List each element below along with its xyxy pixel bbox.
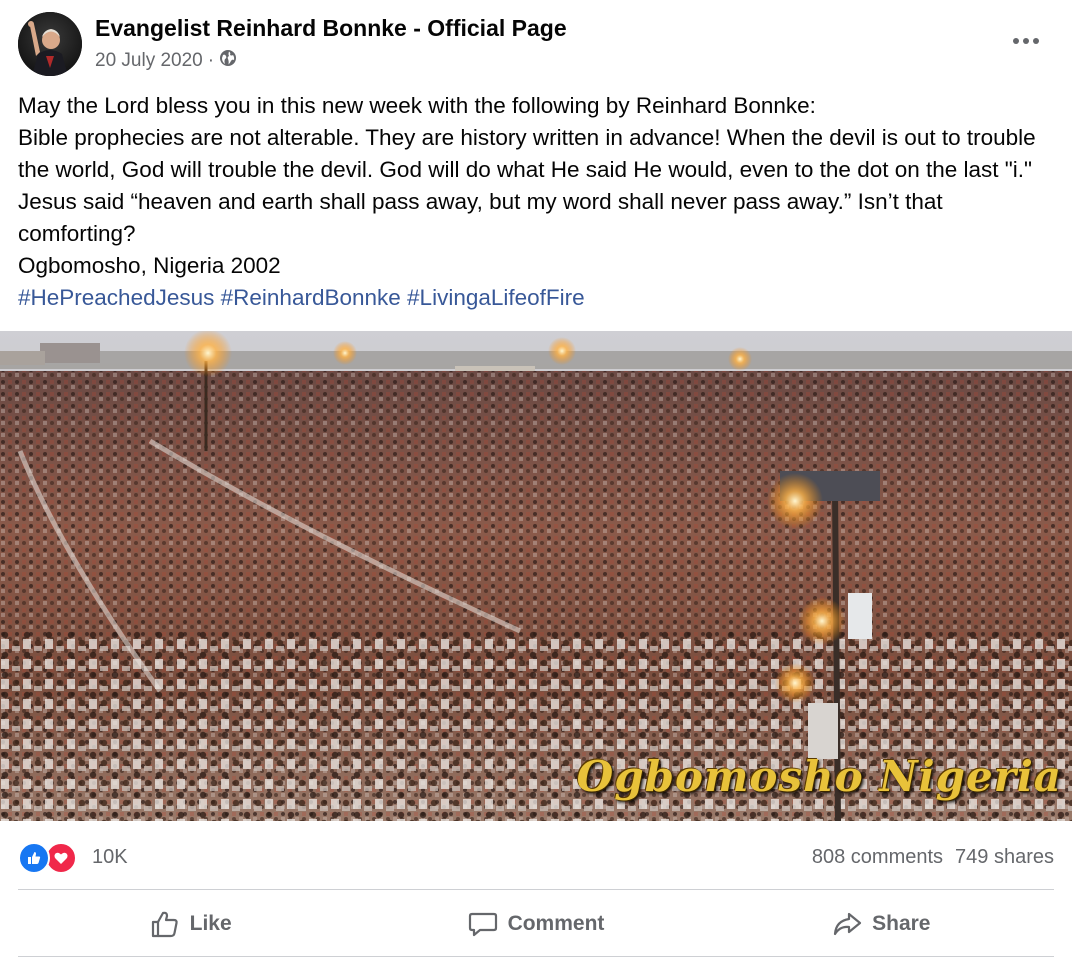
post-paragraph: May the Lord bless you in this new week … (18, 93, 816, 118)
share-label: Share (872, 912, 931, 935)
meta-separator: · (207, 50, 215, 71)
comments-count-link[interactable]: 808 comments (812, 846, 943, 869)
post-paragraph: Bible prophecies are not alterable. They… (18, 125, 1036, 246)
crowd-photo-illustration (0, 331, 1072, 821)
like-button[interactable]: Like (18, 893, 363, 955)
dot (1033, 38, 1039, 44)
divider (18, 956, 1054, 957)
hashtag-link[interactable]: #ReinhardBonnke (221, 285, 401, 310)
facebook-post: Evangelist Reinhard Bonnke - Official Pa… (0, 0, 1072, 962)
comment-button[interactable]: Comment (363, 893, 708, 955)
globe-icon[interactable] (219, 49, 237, 73)
share-button[interactable]: Share (709, 893, 1054, 955)
page-name-link[interactable]: Evangelist Reinhard Bonnke - Official Pa… (95, 15, 567, 42)
hashtag-link[interactable]: #HePreachedJesus (18, 285, 214, 310)
post-action-bar: Like Comment Share (18, 893, 1054, 955)
post-photo[interactable]: Ogbomosho Nigeria (0, 331, 1072, 821)
comment-bubble-icon (468, 912, 497, 937)
divider (18, 889, 1054, 890)
reaction-icons[interactable] (18, 842, 82, 874)
hashtag-list: #HePreachedJesus #ReinhardBonnke #Living… (18, 282, 1058, 314)
photo-caption: Ogbomosho Nigeria (576, 752, 1062, 801)
post-header: Evangelist Reinhard Bonnke - Official Pa… (0, 0, 1072, 88)
share-arrow-icon (834, 912, 862, 936)
hashtag-link[interactable]: #LivingaLifeofFire (407, 285, 585, 310)
comment-label: Comment (507, 912, 605, 935)
engagement-summary: 10K 808 comments 749 shares (18, 836, 1054, 880)
comment-share-counts: 808 comments 749 shares (812, 846, 1054, 869)
thumbs-up-icon (151, 911, 178, 938)
post-message: May the Lord bless you in this new week … (18, 90, 1058, 314)
shares-count-link[interactable]: 749 shares (955, 846, 1054, 869)
page-avatar[interactable] (18, 12, 82, 76)
post-date-link[interactable]: 20 July 2020 (95, 50, 203, 72)
like-label: Like (189, 912, 232, 935)
more-options-icon[interactable] (1006, 28, 1046, 54)
post-paragraph: Ogbomosho, Nigeria 2002 (18, 253, 281, 278)
post-meta: 20 July 2020 · (95, 49, 237, 73)
dot (1013, 38, 1019, 44)
dot (1023, 38, 1029, 44)
reaction-count[interactable]: 10K (92, 846, 128, 869)
like-reaction-icon (18, 842, 50, 874)
